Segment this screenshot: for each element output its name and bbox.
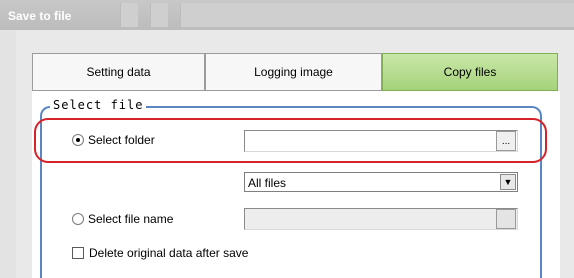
select-file-name-label[interactable]: Select file name: [88, 212, 173, 226]
highlight-outline: [34, 118, 547, 163]
file-name-field[interactable]: [244, 208, 518, 230]
delete-original-label[interactable]: Delete original data after save: [89, 246, 248, 260]
save-to-file-window: Save to file Setting data Logging image …: [0, 0, 574, 278]
file-filter-select[interactable]: All files ▼: [244, 172, 518, 192]
title-bar-segment: [150, 3, 168, 27]
tab-logging-image[interactable]: Logging image: [205, 53, 382, 91]
browse-file-button[interactable]: [496, 209, 516, 229]
window-title: Save to file: [8, 9, 72, 23]
chevron-down-icon[interactable]: ▼: [500, 174, 516, 190]
title-bar-segment: [180, 3, 574, 27]
title-bar: Save to file: [0, 0, 574, 30]
title-bar-segment: [120, 3, 138, 27]
group-label: Select file: [50, 98, 147, 112]
tab-copy-files[interactable]: Copy files: [382, 53, 558, 91]
tab-label: Logging image: [254, 65, 333, 79]
tab-label: Setting data: [86, 65, 151, 79]
tab-label: Copy files: [443, 65, 497, 79]
delete-original-checkbox[interactable]: [72, 247, 84, 259]
file-filter-value: All files: [248, 176, 287, 190]
tab-bar: Setting data Logging image Copy files: [32, 53, 560, 91]
tab-setting-data[interactable]: Setting data: [32, 53, 205, 91]
select-file-name-radio[interactable]: [72, 213, 84, 225]
